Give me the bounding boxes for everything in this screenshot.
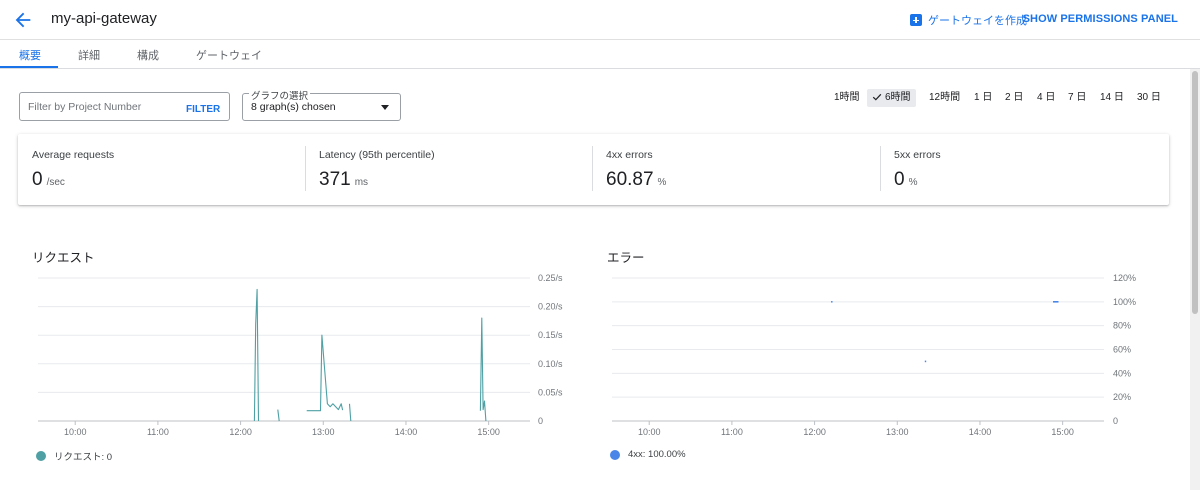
y-tick-label: 0 [1113, 416, 1118, 426]
y-tick-label: 100% [1113, 297, 1136, 307]
metrics-summary-card: Average requests 0/sec Latency (95th per… [18, 134, 1169, 205]
series-line [277, 409, 280, 422]
tab-gateways[interactable]: ゲートウェイ [196, 47, 262, 63]
x-tick-label: 13:00 [886, 427, 909, 437]
range-1h[interactable]: 1時間 [834, 89, 860, 107]
y-tick-label: 0.10/s [538, 359, 563, 369]
x-tick-label: 12:00 [229, 427, 252, 437]
range-12h[interactable]: 12時間 [929, 89, 960, 107]
metric-value: 0 [32, 169, 43, 190]
x-tick-label: 14:00 [969, 427, 992, 437]
tab-overview[interactable]: 概要 [19, 47, 41, 63]
y-tick-label: 0 [538, 416, 543, 426]
time-range-selector: 1時間 6時間 12時間 1 日 2 日 4 日 7 日 14 日 30 日 [0, 89, 1200, 107]
create-gateway-button[interactable]: ゲートウェイを作成 [910, 12, 1027, 28]
page-title: my-api-gateway [51, 10, 157, 27]
y-tick-label: 120% [1113, 273, 1136, 283]
metric-average-requests: Average requests 0/sec [18, 134, 305, 205]
requests-chart-title: リクエスト [32, 251, 95, 265]
series-line [348, 403, 352, 422]
add-box-icon [910, 14, 922, 26]
range-7d[interactable]: 7 日 [1068, 89, 1086, 107]
x-tick-label: 10:00 [638, 427, 661, 437]
scrollbar[interactable] [1190, 69, 1200, 490]
metric-divider [305, 146, 306, 191]
metric-value: 60.87 [606, 169, 654, 190]
range-6h[interactable]: 6時間 [867, 89, 916, 107]
errors-chart-legend: 4xx: 100.00% [610, 449, 686, 460]
requests-chart: 0 0.05/s 0.10/s 0.15/s 0.20/s 0.25/s 10:00 11:0… [38, 273, 563, 437]
y-tick-label: 0.20/s [538, 302, 563, 312]
scrollbar-thumb[interactable] [1192, 71, 1198, 314]
range-1d[interactable]: 1 日 [974, 89, 992, 107]
x-tick-label: 12:00 [803, 427, 826, 437]
metric-value: 0 [894, 169, 905, 190]
back-arrow-icon[interactable] [12, 9, 34, 31]
metric-value-group: 0% [894, 169, 917, 191]
x-tick-label: 10:00 [64, 427, 87, 437]
create-gateway-label: ゲートウェイを作成 [928, 15, 1027, 27]
range-4d[interactable]: 4 日 [1037, 89, 1055, 107]
top-bar: my-api-gateway ゲートウェイを作成 SHOW PERMISSION… [0, 0, 1200, 40]
metric-unit: /sec [46, 177, 65, 188]
metric-unit: ms [354, 177, 369, 188]
metric-label: Average requests [32, 149, 115, 161]
metric-unit: % [657, 177, 667, 188]
metric-4xx-errors: 4xx errors 60.87% [592, 134, 880, 205]
legend-swatch [610, 449, 620, 460]
metric-divider [880, 146, 881, 191]
y-tick-label: 60% [1113, 345, 1131, 355]
tab-config[interactable]: 構成 [137, 47, 159, 63]
metric-label: 4xx errors [606, 149, 653, 161]
x-tick-label: 11:00 [147, 427, 169, 437]
y-tick-label: 80% [1113, 321, 1131, 331]
metric-value-group: 60.87% [606, 169, 666, 191]
show-permissions-panel-button[interactable]: SHOW PERMISSIONS PANEL [1023, 13, 1178, 25]
errors-chart: 0 20% 40% 60% 80% 100% 120% 10:00 11:00 12:00 13:0… [612, 273, 1136, 437]
active-tab-indicator [0, 66, 58, 68]
legend-label: 4xx: 100.00% [628, 449, 686, 460]
metric-label: 5xx errors [894, 149, 941, 161]
series-line [479, 317, 487, 422]
tab-bar: 概要 詳細 構成 ゲートウェイ [0, 40, 1200, 69]
legend-swatch [36, 451, 46, 461]
x-tick-label: 13:00 [312, 427, 335, 437]
y-tick-label: 40% [1113, 368, 1131, 378]
y-tick-label: 0.15/s [538, 330, 563, 340]
check-icon [872, 93, 882, 101]
x-tick-label: 15:00 [1051, 427, 1074, 437]
series-line [306, 334, 344, 412]
metric-latency: Latency (95th percentile) 371 ms [305, 134, 592, 205]
range-2d[interactable]: 2 日 [1005, 89, 1023, 107]
requests-chart-legend: リクエスト: 0 [36, 449, 112, 463]
x-tick-label: 11:00 [721, 427, 743, 437]
y-tick-label: 0.05/s [538, 387, 563, 397]
x-tick-label: 14:00 [395, 427, 418, 437]
range-6h-label: 6時間 [885, 92, 911, 103]
y-tick-label: 20% [1113, 392, 1131, 402]
errors-chart-title: エラー [607, 251, 645, 265]
metric-value-group: 0/sec [32, 169, 65, 191]
metric-divider [592, 146, 593, 191]
metric-value: 371 [319, 169, 351, 190]
legend-label: リクエスト: 0 [54, 452, 113, 463]
metric-label: Latency (95th percentile) [319, 149, 435, 161]
tab-details[interactable]: 詳細 [78, 47, 100, 63]
x-tick-label: 15:00 [477, 427, 500, 437]
metric-value-group: 371 ms [319, 169, 368, 191]
y-tick-label: 0.25/s [538, 273, 563, 283]
range-30d[interactable]: 30 日 [1137, 89, 1161, 107]
series-line [253, 288, 260, 422]
range-14d[interactable]: 14 日 [1100, 89, 1124, 107]
metric-unit: % [908, 177, 918, 188]
metric-5xx-errors: 5xx errors 0% [880, 134, 1169, 205]
